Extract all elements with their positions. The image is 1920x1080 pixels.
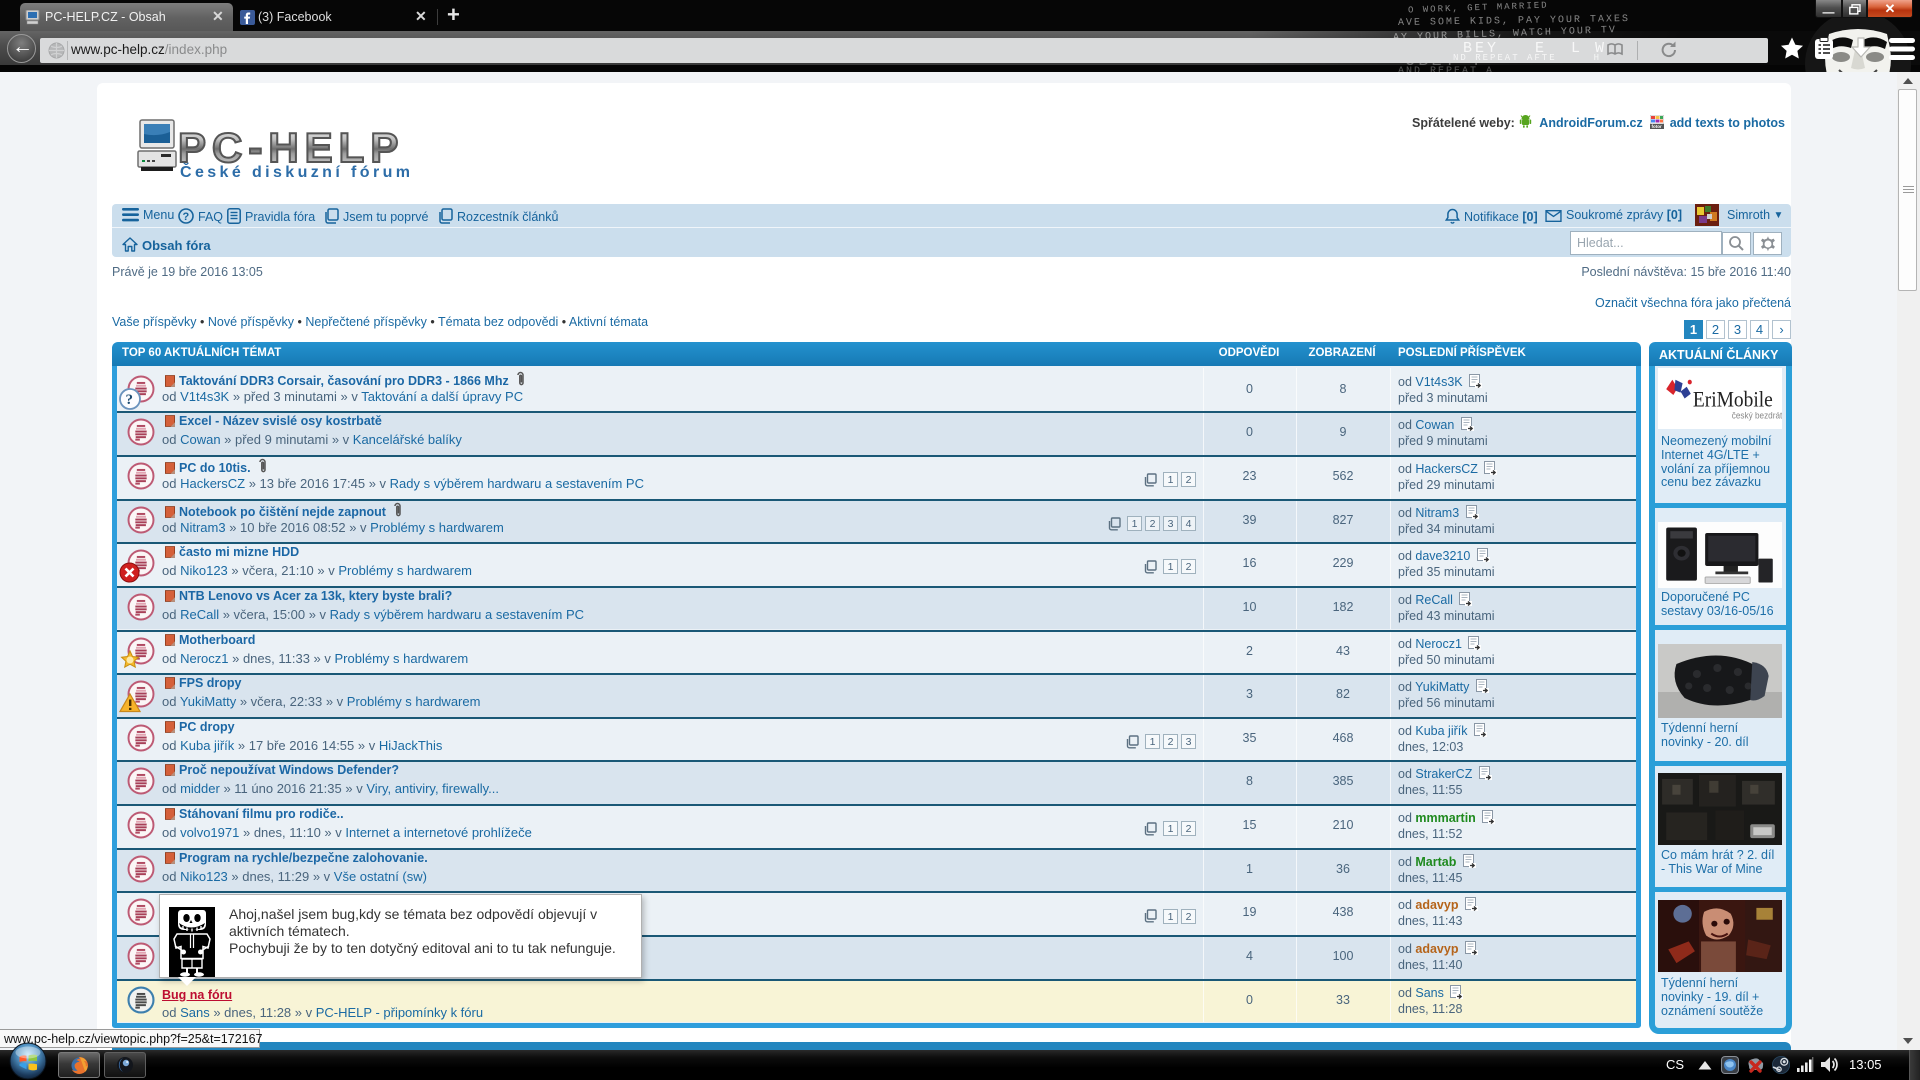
svg-text:?: ? <box>183 211 190 223</box>
svg-text:český bezdrát: český bezdrát <box>1732 410 1782 421</box>
svg-text:?: ? <box>126 392 134 408</box>
svg-text:fotor: fotor <box>1651 124 1661 129</box>
svg-text:EriMobile: EriMobile <box>1693 386 1773 412</box>
